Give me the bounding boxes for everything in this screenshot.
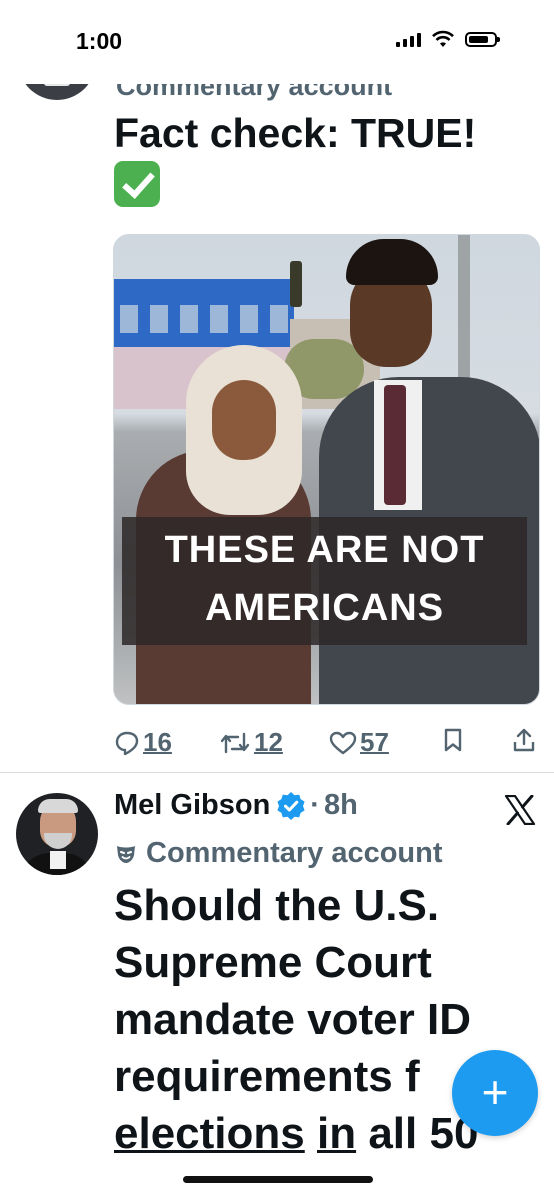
- like-icon: [329, 731, 357, 754]
- image-caption-overlay: THESE ARE NOT AMERICANS: [122, 517, 527, 645]
- battery-icon: [465, 31, 500, 47]
- home-indicator: [183, 1176, 373, 1183]
- commentary-badge-label: Commentary account: [146, 837, 443, 869]
- overlay-text-line2: AMERICANS: [204, 587, 445, 629]
- tweet-card-2[interactable]: Mel Gibson · 8h Commentary account Shoul…: [0, 773, 554, 1199]
- time-separator: ·: [310, 789, 320, 821]
- author-row: Mel Gibson · 8h: [114, 789, 358, 822]
- avatar[interactable]: [18, 84, 96, 100]
- tweet-text-link[interactable]: elections: [114, 1109, 305, 1158]
- like-button[interactable]: 57: [329, 727, 389, 758]
- tweet-text-line: Supreme Court: [114, 938, 432, 987]
- repost-count: 12: [254, 727, 283, 757]
- signal-icon: [396, 31, 421, 47]
- tweet-card-1[interactable]: Commentary account Fact check: TRUE! THE…: [0, 84, 554, 772]
- reply-count: 16: [143, 727, 172, 757]
- bookmark-button[interactable]: [442, 727, 464, 753]
- compose-button[interactable]: +: [452, 1050, 538, 1136]
- traffic-light-graphic: [290, 261, 302, 307]
- status-time: 1:00: [76, 28, 123, 54]
- reply-icon: [115, 731, 139, 755]
- author-name[interactable]: Mel Gibson: [114, 789, 270, 822]
- post-time[interactable]: 8h: [324, 789, 358, 822]
- commentary-badge: Commentary account: [114, 837, 443, 870]
- avatar[interactable]: [16, 793, 98, 875]
- status-icons: [396, 30, 500, 48]
- tweet-text-link[interactable]: in: [317, 1109, 356, 1158]
- tweet-text-line: mandate voter ID: [114, 995, 471, 1044]
- tweet-image[interactable]: THESE ARE NOT AMERICANS: [113, 234, 540, 705]
- repost-icon: [220, 732, 250, 753]
- action-bar: 16 12 57: [114, 727, 542, 761]
- share-button[interactable]: [512, 727, 536, 753]
- bookmark-icon: [444, 728, 462, 752]
- check-mark-emoji: [114, 161, 160, 207]
- wifi-icon: [432, 30, 454, 47]
- x-logo-icon: [504, 795, 536, 825]
- status-bar: 1:00: [0, 0, 554, 84]
- commentary-badge-label: Commentary account: [116, 84, 393, 101]
- tweet-text-line: Should the U.S.: [114, 881, 440, 930]
- like-count: 57: [360, 727, 389, 757]
- tweet-text: Fact check: TRUE!: [114, 106, 544, 214]
- share-icon: [513, 728, 535, 752]
- tweet-text-content: Fact check: TRUE!: [114, 110, 477, 156]
- verified-badge-icon: [277, 791, 305, 820]
- commentary-mask-icon: [117, 845, 135, 863]
- reply-button[interactable]: 16: [114, 727, 172, 758]
- repost-button[interactable]: 12: [219, 727, 283, 758]
- overlay-text-line1: THESE ARE NOT: [164, 529, 485, 571]
